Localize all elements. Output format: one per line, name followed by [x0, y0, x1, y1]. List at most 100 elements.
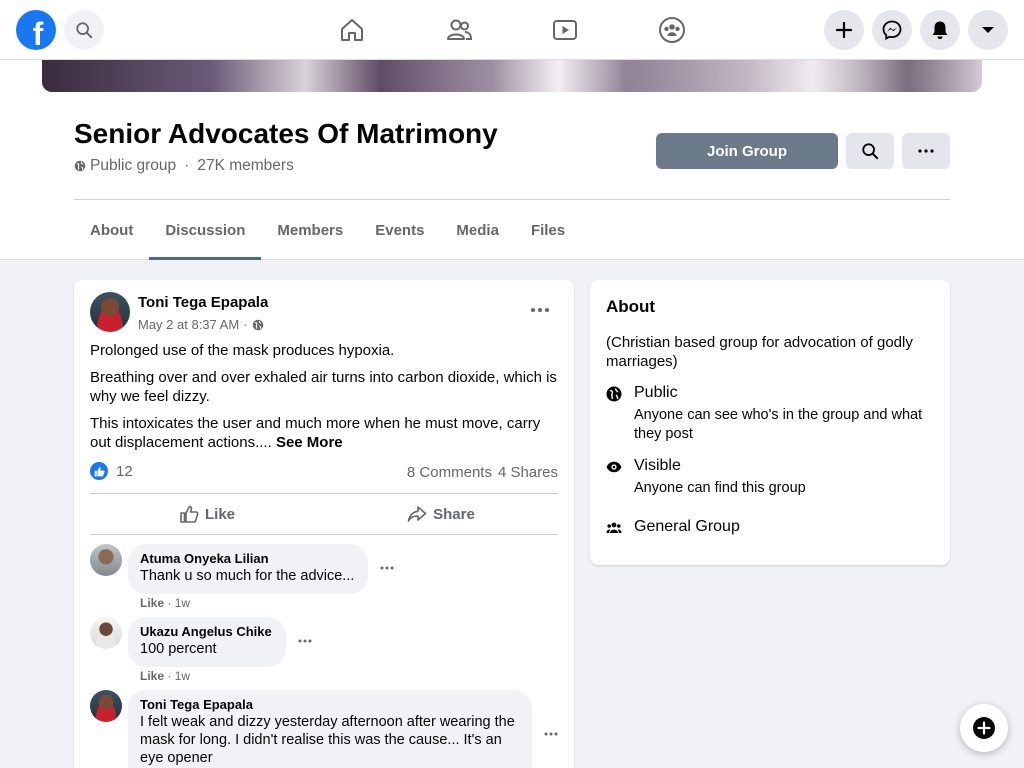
- post-author[interactable]: Toni Tega Epapala: [138, 294, 268, 311]
- more-horizontal-icon: [544, 732, 558, 736]
- group-privacy[interactable]: Public group: [90, 157, 176, 175]
- group-meta: Public group · 27K members: [74, 157, 294, 175]
- commenter-avatar[interactable]: [90, 690, 122, 722]
- post-options-button[interactable]: [524, 298, 556, 322]
- plus-icon: [835, 21, 853, 39]
- shares-count[interactable]: 4 Shares: [498, 464, 558, 481]
- watch-icon: [553, 20, 577, 40]
- tab-about[interactable]: About: [74, 200, 149, 260]
- watch-nav-button[interactable]: [549, 14, 581, 46]
- about-privacy-row: Public Anyone can see who's in the group…: [606, 384, 936, 444]
- home-icon: [341, 19, 363, 41]
- join-group-button[interactable]: Join Group: [656, 133, 838, 169]
- share-icon: [407, 506, 427, 522]
- messenger-icon: [882, 20, 902, 40]
- group-people-icon: [606, 522, 622, 533]
- visibility-description: Anyone can find this group: [634, 480, 806, 496]
- eye-icon: [606, 461, 622, 473]
- comments-count[interactable]: 8 Comments: [407, 464, 492, 481]
- tab-files[interactable]: Files: [515, 200, 581, 260]
- globe-icon: [74, 160, 86, 172]
- thumbs-up-icon: [180, 505, 199, 523]
- comment-meta: Like · 1w: [140, 596, 190, 610]
- commenter-avatar[interactable]: [90, 617, 122, 649]
- plus-circle-icon: [973, 717, 995, 739]
- more-horizontal-icon: [380, 566, 394, 570]
- group-header: Senior Advocates Of Matrimony Public gro…: [0, 60, 1024, 260]
- comment-options-button[interactable]: [293, 629, 317, 653]
- tab-discussion[interactable]: Discussion: [149, 200, 262, 260]
- comment-bubble: Ukazu Angelus Chike 100 percent: [128, 617, 286, 667]
- share-button-label: Share: [433, 505, 475, 523]
- commenter-avatar[interactable]: [90, 544, 122, 576]
- groups-icon: [659, 17, 685, 43]
- globe-icon: [252, 319, 263, 330]
- group-members-count[interactable]: 27K members: [197, 157, 293, 175]
- tab-members[interactable]: Members: [261, 200, 359, 260]
- privacy-label: Public: [634, 384, 678, 401]
- top-navigation-bar: f: [0, 0, 1024, 60]
- facebook-logo-icon[interactable]: f: [16, 10, 56, 50]
- post-time-text[interactable]: May 2 at 8:37 AM: [138, 317, 239, 332]
- comment-time[interactable]: 1w: [175, 669, 190, 683]
- reaction-summary[interactable]: 12: [90, 462, 133, 480]
- groups-nav-button[interactable]: [656, 14, 688, 46]
- author-avatar[interactable]: [90, 292, 130, 332]
- search-icon: [862, 143, 879, 160]
- share-button[interactable]: Share: [324, 494, 558, 534]
- post-body: Prolonged use of the mask produces hypox…: [90, 341, 560, 460]
- comment-time[interactable]: 1w: [175, 596, 190, 610]
- home-nav-button[interactable]: [336, 14, 368, 46]
- more-horizontal-icon: [298, 639, 312, 643]
- action-divider-bottom: [90, 534, 558, 535]
- new-message-button[interactable]: [960, 704, 1008, 752]
- privacy-description: Anyone can see who's in the group and wh…: [634, 407, 923, 442]
- post-paragraph-last: This intoxicates the user and much more …: [90, 414, 560, 452]
- like-count: 12: [116, 462, 133, 480]
- comment-meta-dot: ·: [164, 596, 175, 610]
- create-button[interactable]: [824, 10, 864, 50]
- about-title: About: [606, 297, 656, 316]
- group-tabs: About Discussion Members Events Media Fi…: [74, 200, 581, 260]
- more-horizontal-icon: [918, 149, 934, 153]
- comment-options-button[interactable]: [539, 722, 563, 746]
- search-icon: [76, 22, 93, 39]
- comment-bubble: Toni Tega Epapala I felt weak and dizzy …: [128, 690, 532, 768]
- comment-meta: Like · 1w: [140, 669, 190, 683]
- comment-text: I felt weak and dizzy yesterday afternoo…: [140, 714, 515, 766]
- post-paragraph: Breathing over and over exhaled air turn…: [90, 369, 557, 405]
- messenger-button[interactable]: [872, 10, 912, 50]
- globe-icon: [606, 386, 622, 402]
- friends-nav-button[interactable]: [443, 14, 475, 46]
- comment-item: Atuma Onyeka Lilian Thank u so much for …: [90, 544, 560, 614]
- comment-item: Ukazu Angelus Chike 100 percent Like · 1…: [90, 617, 560, 687]
- comment-options-button[interactable]: [375, 556, 399, 580]
- tab-events[interactable]: Events: [359, 200, 440, 260]
- group-search-button[interactable]: [846, 133, 894, 169]
- group-title: Senior Advocates Of Matrimony: [74, 118, 498, 149]
- comment-text: 100 percent: [140, 641, 217, 657]
- about-type-row: General Group: [606, 518, 936, 540]
- tab-media[interactable]: Media: [440, 200, 515, 260]
- comment-like-link[interactable]: Like: [140, 669, 164, 683]
- caret-down-icon: [982, 27, 994, 33]
- commenter-name[interactable]: Ukazu Angelus Chike: [140, 624, 274, 640]
- comment-like-link[interactable]: Like: [140, 596, 164, 610]
- post-time-dot: ·: [243, 317, 248, 332]
- notifications-icon: [932, 21, 948, 39]
- friends-icon: [447, 19, 473, 40]
- more-horizontal-icon: [531, 308, 549, 312]
- group-more-button[interactable]: [902, 133, 950, 169]
- see-more-link[interactable]: See More: [276, 434, 343, 451]
- post-timestamp: May 2 at 8:37 AM ·: [138, 317, 264, 332]
- comment-meta-dot: ·: [164, 669, 175, 683]
- comment-item: Toni Tega Epapala I felt weak and dizzy …: [90, 690, 560, 768]
- notifications-button[interactable]: [920, 10, 960, 50]
- commenter-name[interactable]: Toni Tega Epapala: [140, 697, 520, 713]
- visibility-label: Visible: [634, 457, 681, 474]
- post-paragraph: Prolonged use of the mask produces hypox…: [90, 342, 395, 359]
- search-button[interactable]: [64, 10, 104, 50]
- like-button[interactable]: Like: [90, 494, 324, 534]
- account-menu-button[interactable]: [968, 10, 1008, 50]
- commenter-name[interactable]: Atuma Onyeka Lilian: [140, 551, 356, 567]
